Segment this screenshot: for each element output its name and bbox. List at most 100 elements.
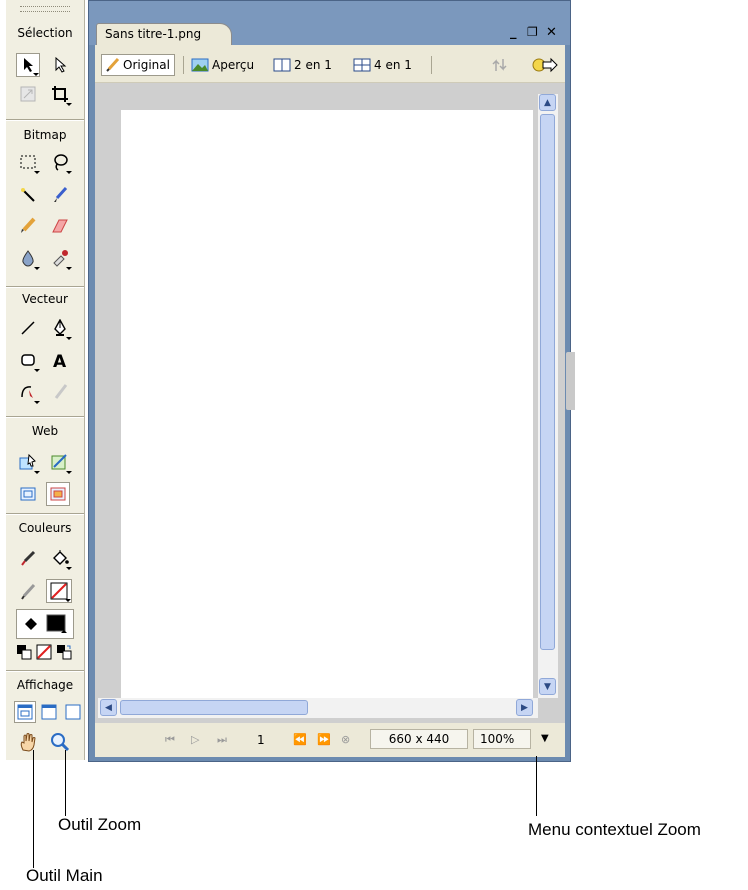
previous-frame-icon[interactable]: ⏪ — [293, 733, 307, 746]
export-arrow-icon — [532, 57, 558, 73]
rectangle-tool[interactable] — [16, 348, 40, 372]
pencil-icon — [106, 58, 120, 72]
last-frame-icon[interactable]: ⏭ — [217, 733, 227, 747]
fill-bucket-icon — [25, 618, 37, 630]
magnifier-icon — [51, 733, 70, 752]
full-screen-mode-button[interactable] — [62, 701, 84, 723]
section-label-selection: Sélection — [17, 26, 73, 40]
horizontal-scroll-thumb[interactable] — [120, 700, 308, 715]
document-tab-bar: Sans titre-1.png _ ❐ ✕ — [89, 1, 570, 45]
knife-tool[interactable] — [48, 380, 72, 404]
zoom-level[interactable]: 100% — [473, 729, 531, 749]
standard-screen-mode-button[interactable] — [14, 701, 36, 723]
rounded-rectangle-icon — [21, 354, 35, 366]
show-slices-button[interactable] — [46, 482, 70, 506]
freeform-icon — [21, 386, 33, 398]
section-divider — [6, 286, 84, 288]
subselection-tool[interactable] — [48, 53, 72, 77]
view-preview-button[interactable]: Aperçu — [191, 54, 254, 76]
magic-wand-icon — [21, 188, 35, 202]
lasso-tool[interactable] — [48, 150, 72, 174]
hand-tool[interactable] — [16, 730, 40, 754]
stop-icon[interactable]: ⊗ — [341, 733, 350, 746]
pen-tool[interactable] — [48, 316, 72, 340]
scroll-down-icon[interactable]: ▼ — [539, 678, 556, 695]
play-icon[interactable]: ▷ — [191, 733, 199, 746]
zoom-menu-chevron-icon[interactable]: ▼ — [541, 733, 549, 744]
panel-grip[interactable] — [20, 6, 70, 12]
minimize-icon[interactable]: _ — [510, 25, 517, 40]
view-4up-button[interactable]: 4 en 1 — [353, 54, 412, 76]
zoom-tool-callout-line — [65, 750, 66, 816]
vertical-scrollbar[interactable]: ▲ ▼ — [538, 94, 558, 698]
scale-icon — [20, 86, 36, 102]
scroll-up-icon[interactable]: ▲ — [539, 94, 556, 111]
stroke-pencil-icon — [21, 583, 36, 600]
horizontal-scrollbar[interactable]: ◀ ▶ — [98, 698, 538, 718]
magic-wand-tool[interactable] — [16, 183, 40, 207]
scale-tool[interactable] — [16, 82, 40, 106]
scroll-right-icon[interactable]: ▶ — [516, 699, 533, 716]
quick-export-button[interactable] — [491, 54, 511, 76]
status-bar: ⏮ ▷ ⏭ 1 ⏪ ⏩ ⊗ 660 x 440 100% ▼ — [95, 723, 565, 757]
line-tool[interactable] — [16, 316, 40, 340]
paint-bucket-tool[interactable] — [48, 546, 72, 570]
freeform-tool[interactable] — [16, 380, 40, 404]
export-arrows-icon — [492, 59, 507, 71]
stroke-color-pencil[interactable] — [16, 580, 40, 604]
document-canvas[interactable] — [121, 110, 533, 698]
crop-tool[interactable] — [48, 82, 72, 106]
swap-colors-icon — [57, 645, 72, 660]
default-colors-icon — [17, 645, 32, 660]
frame-number: 1 — [257, 733, 265, 747]
tools-panel: Sélection Bitmap Vecteur A Web Couleurs … — [6, 0, 85, 760]
default-colors-button[interactable] — [14, 642, 34, 662]
full-screen-menu-icon — [41, 704, 57, 720]
slice-tool[interactable] — [48, 450, 72, 474]
full-screen-icon — [65, 704, 81, 720]
pencil-icon — [21, 217, 36, 233]
eraser-icon — [52, 219, 68, 233]
zoom-tool[interactable] — [48, 730, 72, 754]
no-stroke-fill-button[interactable] — [34, 642, 54, 662]
marquee-icon — [20, 155, 36, 169]
stroke-color-swatch[interactable] — [46, 579, 72, 603]
fill-color-group[interactable] — [16, 609, 74, 639]
vertical-scroll-thumb[interactable] — [540, 114, 555, 650]
hand-icon — [20, 733, 36, 752]
hotspot-tool[interactable] — [16, 450, 40, 474]
section-divider — [6, 513, 84, 515]
eraser-tool[interactable] — [48, 214, 72, 238]
marquee-tool[interactable] — [16, 150, 40, 174]
pointer-tool[interactable] — [16, 53, 40, 77]
first-frame-icon[interactable]: ⏮ — [165, 733, 175, 747]
view-2up-button[interactable]: 2 en 1 — [273, 54, 332, 76]
next-frame-icon[interactable]: ⏩ — [317, 733, 331, 746]
eyedropper-tool[interactable] — [16, 546, 40, 570]
hide-slices-button[interactable] — [16, 482, 40, 506]
zoom-tool-callout: Outil Zoom — [58, 815, 142, 834]
image-dimensions[interactable]: 660 x 440 — [370, 729, 468, 749]
panel-collapse-handle[interactable] — [566, 352, 575, 410]
text-tool[interactable]: A — [48, 348, 72, 372]
line-icon — [21, 321, 35, 335]
blur-drop-icon — [22, 250, 34, 267]
document-tab[interactable]: Sans titre-1.png — [96, 23, 232, 45]
section-label-affichage: Affichage — [16, 678, 74, 692]
pencil-tool[interactable] — [16, 214, 40, 238]
blur-tool[interactable] — [16, 246, 40, 270]
hand-tool-callout: Outil Main — [26, 866, 103, 885]
full-screen-menu-mode-button[interactable] — [38, 701, 60, 723]
slice-icon — [51, 454, 67, 470]
rubber-stamp-tool[interactable] — [48, 246, 72, 270]
document-window: Sans titre-1.png _ ❐ ✕ Original Aperçu 2… — [88, 0, 571, 762]
restore-icon[interactable]: ❐ — [527, 25, 538, 39]
no-color-icon — [50, 582, 68, 600]
brush-tool[interactable] — [48, 183, 72, 207]
section-divider — [6, 416, 84, 418]
scroll-left-icon[interactable]: ◀ — [100, 699, 117, 716]
swap-colors-button[interactable] — [54, 642, 74, 662]
export-preview-button[interactable] — [531, 54, 559, 76]
close-icon[interactable]: ✕ — [546, 25, 557, 40]
view-original-button[interactable]: Original — [101, 54, 175, 76]
